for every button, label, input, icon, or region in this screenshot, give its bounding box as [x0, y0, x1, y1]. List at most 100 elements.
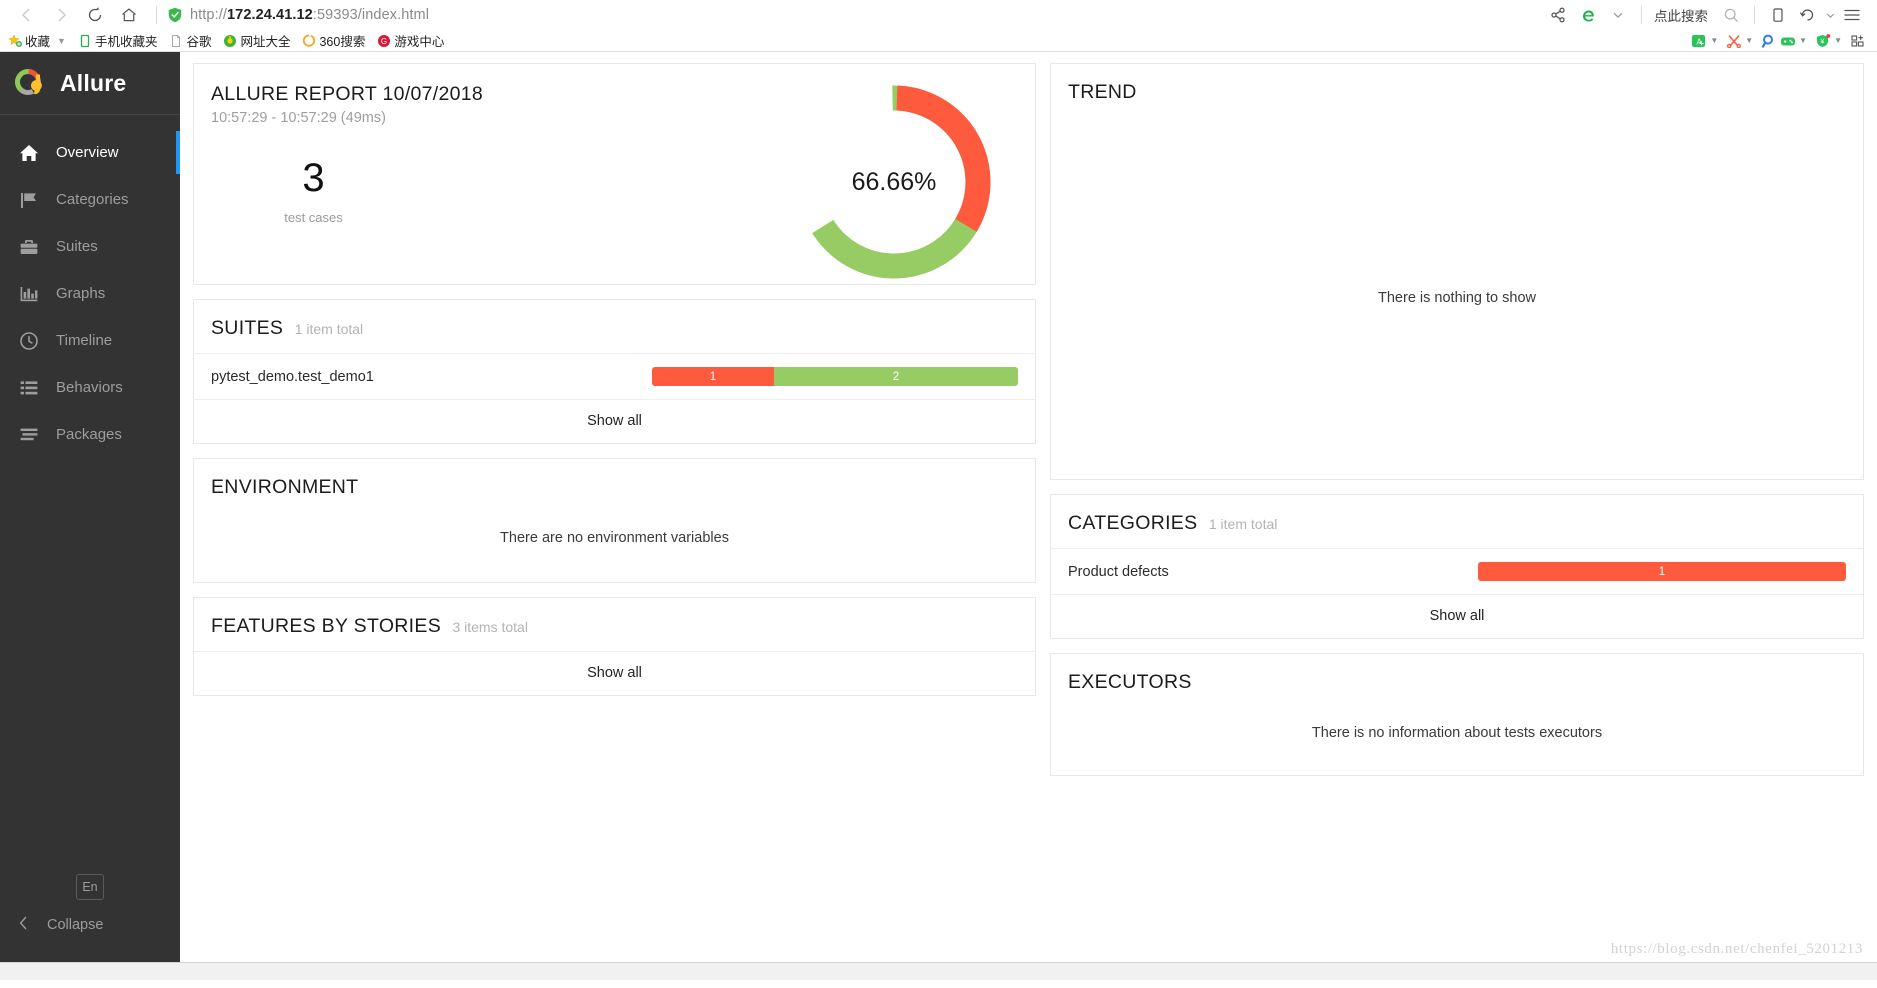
table-row[interactable]: Product defects 1	[1051, 549, 1863, 594]
chevron-down-icon[interactable]: ▼	[1799, 36, 1807, 45]
gamepad-extension-icon[interactable]: ▼	[1780, 34, 1812, 48]
bookmark-item[interactable]: 360搜索	[302, 31, 365, 50]
summary-time-range: 10:57:29 - 10:57:29 (49ms)	[211, 110, 386, 126]
chevron-down-icon[interactable]: ▼	[1745, 36, 1753, 45]
reload-icon[interactable]	[78, 0, 112, 30]
url-suffix: :59393/index.html	[312, 7, 430, 23]
svg-text:G: G	[381, 37, 387, 46]
bar-segment-failed: 1	[652, 367, 774, 386]
forward-arrow-icon[interactable]	[44, 0, 78, 30]
summary-info: ALLURE REPORT 10/07/2018 10:57:29 - 10:5…	[194, 64, 483, 225]
suites-card: SUITES 1 item total pytest_demo.test_dem…	[193, 299, 1036, 444]
executors-card: EXECUTORS There is no information about …	[1050, 653, 1864, 776]
category-status-bar: 1	[1478, 562, 1846, 581]
chevron-down-icon[interactable]	[1603, 0, 1633, 30]
categories-list: Product defects 1	[1051, 548, 1863, 594]
trend-empty-message: There is nothing to show	[1378, 290, 1536, 306]
test-cases-counter: 3 test cases	[211, 158, 416, 225]
ie-browser-mode-icon[interactable]	[1573, 0, 1603, 30]
mobile-device-icon[interactable]	[1763, 0, 1793, 30]
table-row[interactable]: pytest_demo.test_demo1 1 2	[194, 354, 1035, 399]
suites-list: pytest_demo.test_demo1 1 2	[194, 353, 1035, 399]
sidebar: Allure Overview Categories Suites Graphs…	[0, 52, 180, 962]
app-grid-icon[interactable]	[1850, 34, 1866, 48]
sidebar-item-label: Behaviors	[56, 379, 123, 396]
allure-logo-icon	[13, 66, 47, 100]
watermark-text: https://blog.csdn.net/chenfei_5201213	[1610, 941, 1863, 957]
main-content: ALLURE REPORT 10/07/2018 10:57:29 - 10:5…	[180, 52, 1877, 962]
features-title: FEATURES BY STORIES	[211, 615, 442, 637]
chevron-down-icon[interactable]	[1823, 0, 1837, 30]
sidebar-item-overview[interactable]: Overview	[0, 129, 180, 176]
browser-chrome: http://172.24.41.12:59393/index.html 点此搜…	[0, 0, 1877, 52]
bookmark-item[interactable]: 网址大全	[223, 31, 290, 50]
executors-empty-message: There is no information about tests exec…	[1311, 725, 1603, 741]
chevron-down-icon[interactable]: ▼	[1834, 36, 1842, 45]
status-donut-chart[interactable]: 66.66%	[794, 82, 994, 282]
back-arrow-icon[interactable]	[10, 0, 44, 30]
chevron-down-icon[interactable]: ▼	[57, 36, 66, 46]
bookmark-item[interactable]: 手机收藏夹	[78, 31, 158, 50]
hamburger-menu-icon[interactable]	[1837, 0, 1867, 30]
briefcase-icon	[18, 236, 40, 258]
os-taskbar	[0, 962, 1877, 980]
suite-name: pytest_demo.test_demo1	[211, 368, 374, 385]
suites-show-all-button[interactable]: Show all	[194, 399, 1035, 443]
language-button[interactable]: En	[76, 874, 104, 900]
suites-title: SUITES	[211, 317, 284, 339]
game-center-icon: G	[377, 34, 391, 48]
executors-title: EXECUTORS	[1068, 671, 1192, 693]
brand-header[interactable]: Allure	[0, 52, 180, 115]
category-name: Product defects	[1068, 563, 1169, 580]
collapse-button[interactable]: Collapse	[0, 910, 180, 940]
screenshot-scissors-icon[interactable]: ▼	[1726, 34, 1758, 48]
sidebar-item-label: Timeline	[56, 332, 113, 349]
share-icon[interactable]	[1543, 0, 1573, 30]
sidebar-item-packages[interactable]: Packages	[0, 411, 180, 458]
features-by-stories-card: FEATURES BY STORIES 3 items total Show a…	[193, 597, 1036, 696]
url-bar[interactable]: http://172.24.41.12:59393/index.html	[190, 7, 429, 23]
sidebar-item-categories[interactable]: Categories	[0, 176, 180, 223]
summary-card: ALLURE REPORT 10/07/2018 10:57:29 - 10:5…	[193, 63, 1036, 285]
360-search-icon	[302, 33, 316, 48]
bookmark-label: 手机收藏夹	[94, 35, 158, 49]
bookmark-item[interactable]: 收藏 ▼	[8, 31, 66, 50]
search-hint-label[interactable]: 点此搜索	[1650, 5, 1716, 25]
bookmark-item[interactable]: G 游戏中心	[377, 31, 444, 50]
bookmark-item[interactable]: 谷歌	[169, 31, 211, 50]
divider	[156, 6, 157, 24]
chevron-left-icon	[18, 915, 29, 935]
shield-security-icon	[167, 7, 183, 23]
sidebar-item-label: Packages	[56, 426, 122, 443]
divider	[1754, 6, 1755, 24]
sidebar-item-graphs[interactable]: Graphs	[0, 270, 180, 317]
categories-show-all-button[interactable]: Show all	[1051, 594, 1863, 638]
sidebar-item-suites[interactable]: Suites	[0, 223, 180, 270]
svg-text:¥: ¥	[1821, 38, 1825, 45]
chevron-down-icon[interactable]: ▼	[1710, 36, 1718, 45]
hao123-icon	[223, 34, 237, 48]
home-icon	[18, 142, 40, 164]
features-show-all-button[interactable]: Show all	[194, 651, 1035, 695]
phone-icon	[78, 34, 92, 48]
trend-body: There is nothing to show	[1051, 117, 1863, 479]
shield-money-extension-icon[interactable]: ¥ ▼	[1815, 33, 1847, 48]
home-icon[interactable]	[112, 0, 146, 30]
browser-navigation-bar: http://172.24.41.12:59393/index.html 点此搜…	[0, 0, 1877, 30]
star-favorite-icon	[8, 33, 22, 48]
stack-icon	[18, 424, 40, 446]
search-icon[interactable]	[1716, 0, 1746, 30]
sidebar-item-label: Categories	[56, 191, 129, 208]
donut-percentage-label: 66.66%	[851, 167, 937, 196]
bookmark-label: 谷歌	[186, 35, 212, 49]
bookmark-label: 收藏	[25, 35, 51, 49]
magnifier-extension-icon[interactable]	[1761, 34, 1777, 48]
test-cases-count: 3	[302, 156, 325, 200]
bookmark-label: 游戏中心	[394, 35, 445, 49]
sidebar-item-behaviors[interactable]: Behaviors	[0, 364, 180, 411]
categories-header: CATEGORIES 1 item total	[1051, 495, 1863, 548]
flag-icon	[18, 189, 40, 211]
translate-extension-icon[interactable]: A ▼	[1691, 34, 1723, 48]
sidebar-item-timeline[interactable]: Timeline	[0, 317, 180, 364]
undo-restore-icon[interactable]	[1793, 0, 1823, 30]
